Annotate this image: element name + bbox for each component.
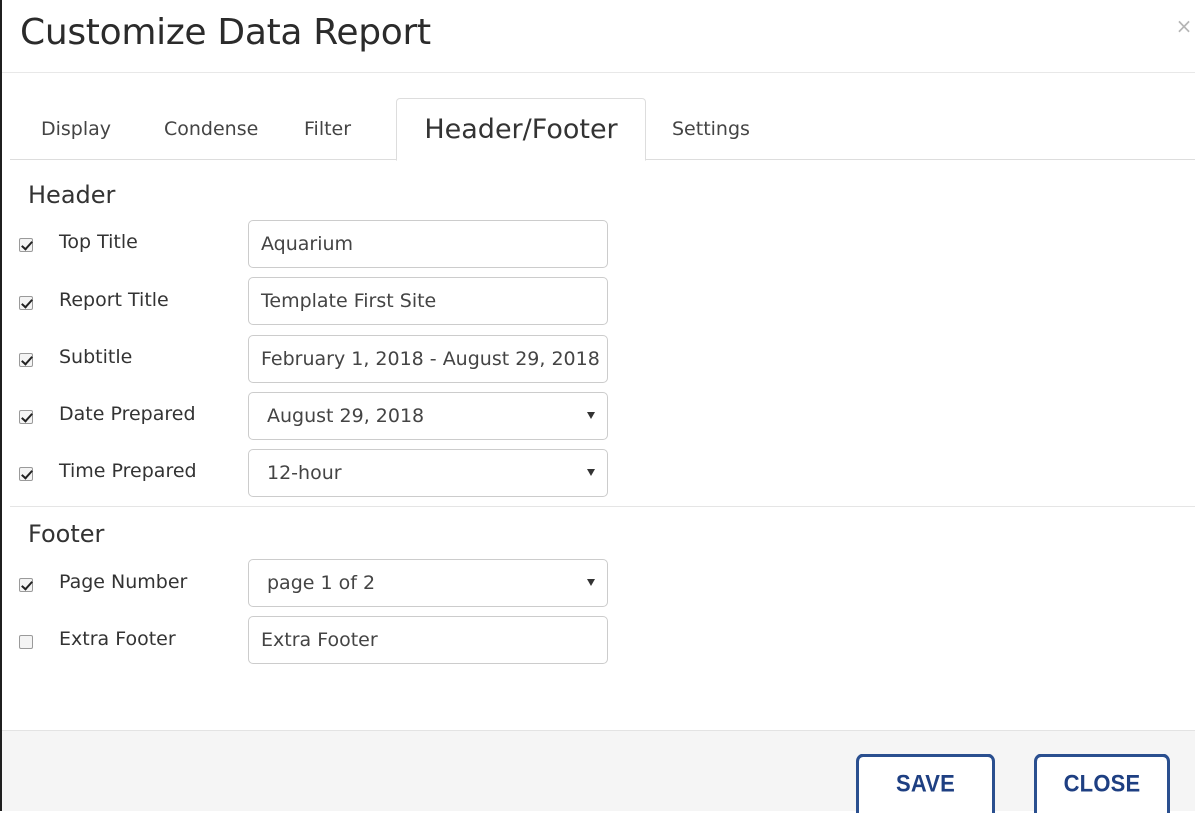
page-number-label: Page Number: [59, 571, 188, 593]
report-title-label: Report Title: [59, 289, 169, 311]
subtitle-input[interactable]: February 1, 2018 - August 29, 2018: [248, 335, 608, 383]
tab-header-footer[interactable]: Header/Footer: [396, 98, 646, 161]
tab-filter[interactable]: Filter: [304, 118, 351, 140]
time-prepared-label: Time Prepared: [59, 460, 197, 482]
chevron-down-icon: [587, 469, 595, 476]
footer-section-title: Footer: [28, 520, 105, 548]
page-number-checkbox[interactable]: [19, 578, 33, 592]
date-prepared-label: Date Prepared: [59, 403, 196, 425]
extra-footer-checkbox[interactable]: [19, 635, 33, 649]
subtitle-label: Subtitle: [59, 346, 133, 368]
report-title-checkbox[interactable]: [19, 296, 33, 310]
extra-footer-input[interactable]: Extra Footer: [248, 616, 608, 664]
extra-footer-label: Extra Footer: [59, 628, 176, 650]
tab-condense[interactable]: Condense: [164, 118, 258, 140]
date-prepared-checkbox[interactable]: [19, 410, 33, 424]
page-number-value: page 1 of 2: [267, 572, 376, 594]
chevron-down-icon: [587, 412, 595, 419]
save-button[interactable]: SAVE: [856, 753, 995, 813]
subtitle-checkbox[interactable]: [19, 353, 33, 367]
top-title-label: Top Title: [59, 231, 138, 253]
header-section-title: Header: [28, 181, 116, 209]
dialog-title: Customize Data Report: [20, 12, 431, 53]
tab-display[interactable]: Display: [41, 118, 111, 140]
top-title-checkbox[interactable]: [19, 238, 33, 252]
title-divider: [2, 72, 1195, 73]
report-title-input[interactable]: Template First Site: [248, 277, 608, 325]
tab-settings[interactable]: Settings: [672, 118, 750, 140]
close-icon[interactable]: ×: [1174, 14, 1194, 38]
date-prepared-select[interactable]: August 29, 2018: [248, 392, 608, 440]
time-prepared-select[interactable]: 12-hour: [248, 449, 608, 497]
time-prepared-checkbox[interactable]: [19, 467, 33, 481]
customize-report-dialog: Customize Data Report × Display Condense…: [0, 0, 1195, 813]
section-divider: [10, 506, 1195, 507]
top-title-input[interactable]: Aquarium: [248, 220, 608, 268]
chevron-down-icon: [587, 579, 595, 586]
time-prepared-value: 12-hour: [267, 462, 342, 484]
page-number-select[interactable]: page 1 of 2: [248, 559, 608, 607]
close-button[interactable]: CLOSE: [1034, 753, 1170, 813]
dialog-footer: [2, 730, 1195, 811]
date-prepared-value: August 29, 2018: [267, 405, 425, 427]
